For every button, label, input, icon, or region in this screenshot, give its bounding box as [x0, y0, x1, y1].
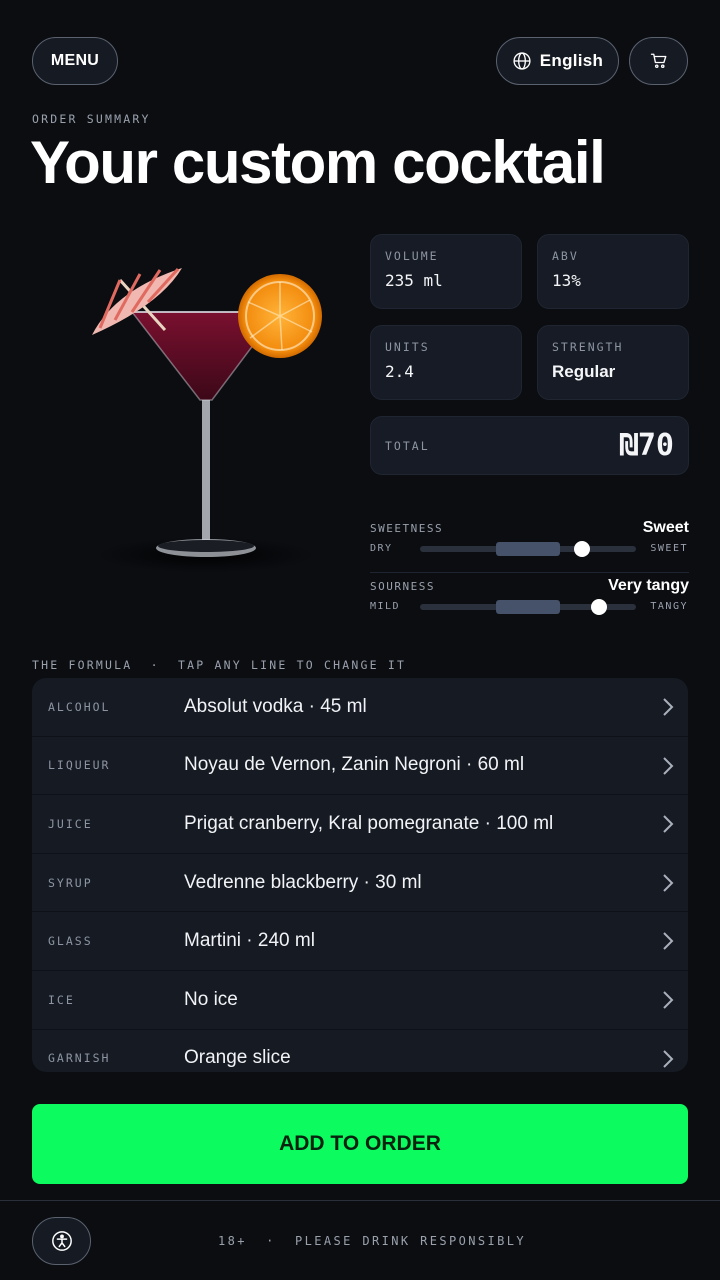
- formula-row-value: Noyau de Vernon, Zanin Negroni · 60 ml: [184, 754, 525, 776]
- formula-row-value: Absolut vodka · 45 ml: [184, 695, 367, 717]
- formula-row-ice[interactable]: ICE No ice: [32, 971, 688, 1030]
- accessibility-icon: [51, 1231, 72, 1251]
- formula-row-alcohol[interactable]: ALCOHOL Absolut vodka · 45 ml: [32, 678, 688, 737]
- sourness-max-label: TANGY: [650, 601, 688, 612]
- units-value: 2.4: [385, 362, 414, 381]
- accessibility-button[interactable]: [32, 1217, 91, 1265]
- responsible-drinking-note: 18+ · PLEASE DRINK RESPONSIBLY: [218, 1234, 526, 1248]
- language-label: English: [539, 51, 604, 70]
- sweetness-label: SWEETNESS: [370, 521, 444, 535]
- footer: 18+ · PLEASE DRINK RESPONSIBLY: [0, 1200, 720, 1280]
- total-label: TOTAL: [385, 438, 430, 453]
- chevron-right-icon: [663, 874, 674, 892]
- formula-row-value: No ice: [184, 988, 238, 1010]
- formula-row-glass[interactable]: GLASS Martini · 240 ml: [32, 912, 688, 971]
- strength-label: STRENGTH: [552, 340, 624, 354]
- sweetness-slider: SWEETNESS Sweet DRY SWEET: [370, 519, 689, 557]
- strength-card: STRENGTH Regular: [537, 325, 689, 400]
- sourness-band: [495, 599, 561, 614]
- formula-list: ALCOHOL Absolut vodka · 45 ml LIQUEUR No…: [32, 678, 688, 1072]
- chevron-right-icon: [663, 698, 674, 716]
- cocktail-image: [92, 267, 322, 573]
- abv-value: 13%: [552, 271, 581, 290]
- sourness-label: SOURNESS: [370, 579, 435, 593]
- chevron-right-icon: [663, 756, 674, 775]
- chevron-right-icon: [663, 815, 674, 833]
- sweetness-min-label: DRY: [370, 543, 393, 554]
- sweetness-thumb[interactable]: [574, 540, 590, 557]
- sweetness-max-label: SWEET: [650, 543, 688, 554]
- add-to-order-button[interactable]: ADD TO ORDER: [32, 1104, 688, 1184]
- cart-button[interactable]: [629, 37, 688, 85]
- sweetness-band: [495, 541, 561, 556]
- formula-row-value: Orange slice: [184, 1047, 291, 1069]
- cart-icon: [650, 53, 666, 69]
- formula-row-value: Prigat cranberry, Kral pomegranate · 100…: [184, 812, 554, 834]
- formula-row-juice[interactable]: JUICE Prigat cranberry, Kral pomegranate…: [32, 795, 688, 854]
- sweetness-track[interactable]: [420, 540, 636, 557]
- formula-row-garnish[interactable]: GARNISH Orange slice: [32, 1030, 688, 1072]
- formula-row-value: Vedrenne blackberry · 30 ml: [184, 871, 422, 893]
- formula-row-key: ALCOHOL: [48, 699, 111, 714]
- units-card: UNITS 2.4: [370, 325, 522, 400]
- volume-value: 235 ml: [385, 271, 443, 290]
- abv-card: ABV 13%: [537, 234, 689, 309]
- volume-card: VOLUME 235 ml: [370, 234, 522, 309]
- slider-divider: [370, 572, 689, 573]
- sourness-slider: SOURNESS Very tangy MILD TANGY: [370, 577, 689, 615]
- formula-heading: THE FORMULA · TAP ANY LINE TO CHANGE IT: [32, 658, 407, 672]
- chevron-right-icon: [663, 991, 674, 1009]
- strength-value: Regular: [552, 362, 616, 381]
- formula-row-key: ICE: [48, 992, 75, 1007]
- volume-label: VOLUME: [385, 249, 439, 263]
- chevron-right-icon: [663, 1049, 674, 1068]
- formula-row-key: GARNISH: [48, 1051, 111, 1066]
- formula-row-key: LIQUEUR: [48, 758, 111, 773]
- page-eyebrow: ORDER SUMMARY: [32, 112, 151, 126]
- menu-button[interactable]: MENU: [32, 37, 118, 85]
- formula-row-key: SYRUP: [48, 875, 93, 890]
- globe-icon: [513, 52, 531, 70]
- language-button[interactable]: English: [496, 37, 619, 85]
- formula-row-syrup[interactable]: SYRUP Vedrenne blackberry · 30 ml: [32, 854, 688, 913]
- chevron-right-icon: [663, 932, 674, 951]
- units-label: UNITS: [385, 340, 430, 354]
- formula-row-key: GLASS: [48, 934, 93, 949]
- sweetness-value: Sweet: [642, 519, 689, 536]
- formula-row-value: Martini · 240 ml: [184, 930, 315, 952]
- sourness-track[interactable]: [420, 598, 636, 615]
- sourness-thumb[interactable]: [591, 598, 608, 615]
- formula-row-key: JUICE: [48, 816, 93, 831]
- total-card: TOTAL ₪70: [370, 416, 689, 475]
- abv-label: ABV: [552, 249, 579, 263]
- page-title: Your custom cocktail: [30, 129, 606, 196]
- formula-row-liqueur[interactable]: LIQUEUR Noyau de Vernon, Zanin Negroni ·…: [32, 737, 688, 796]
- sourness-min-label: MILD: [370, 601, 401, 612]
- total-value: ₪70: [619, 428, 674, 463]
- sourness-value: Very tangy: [608, 577, 689, 594]
